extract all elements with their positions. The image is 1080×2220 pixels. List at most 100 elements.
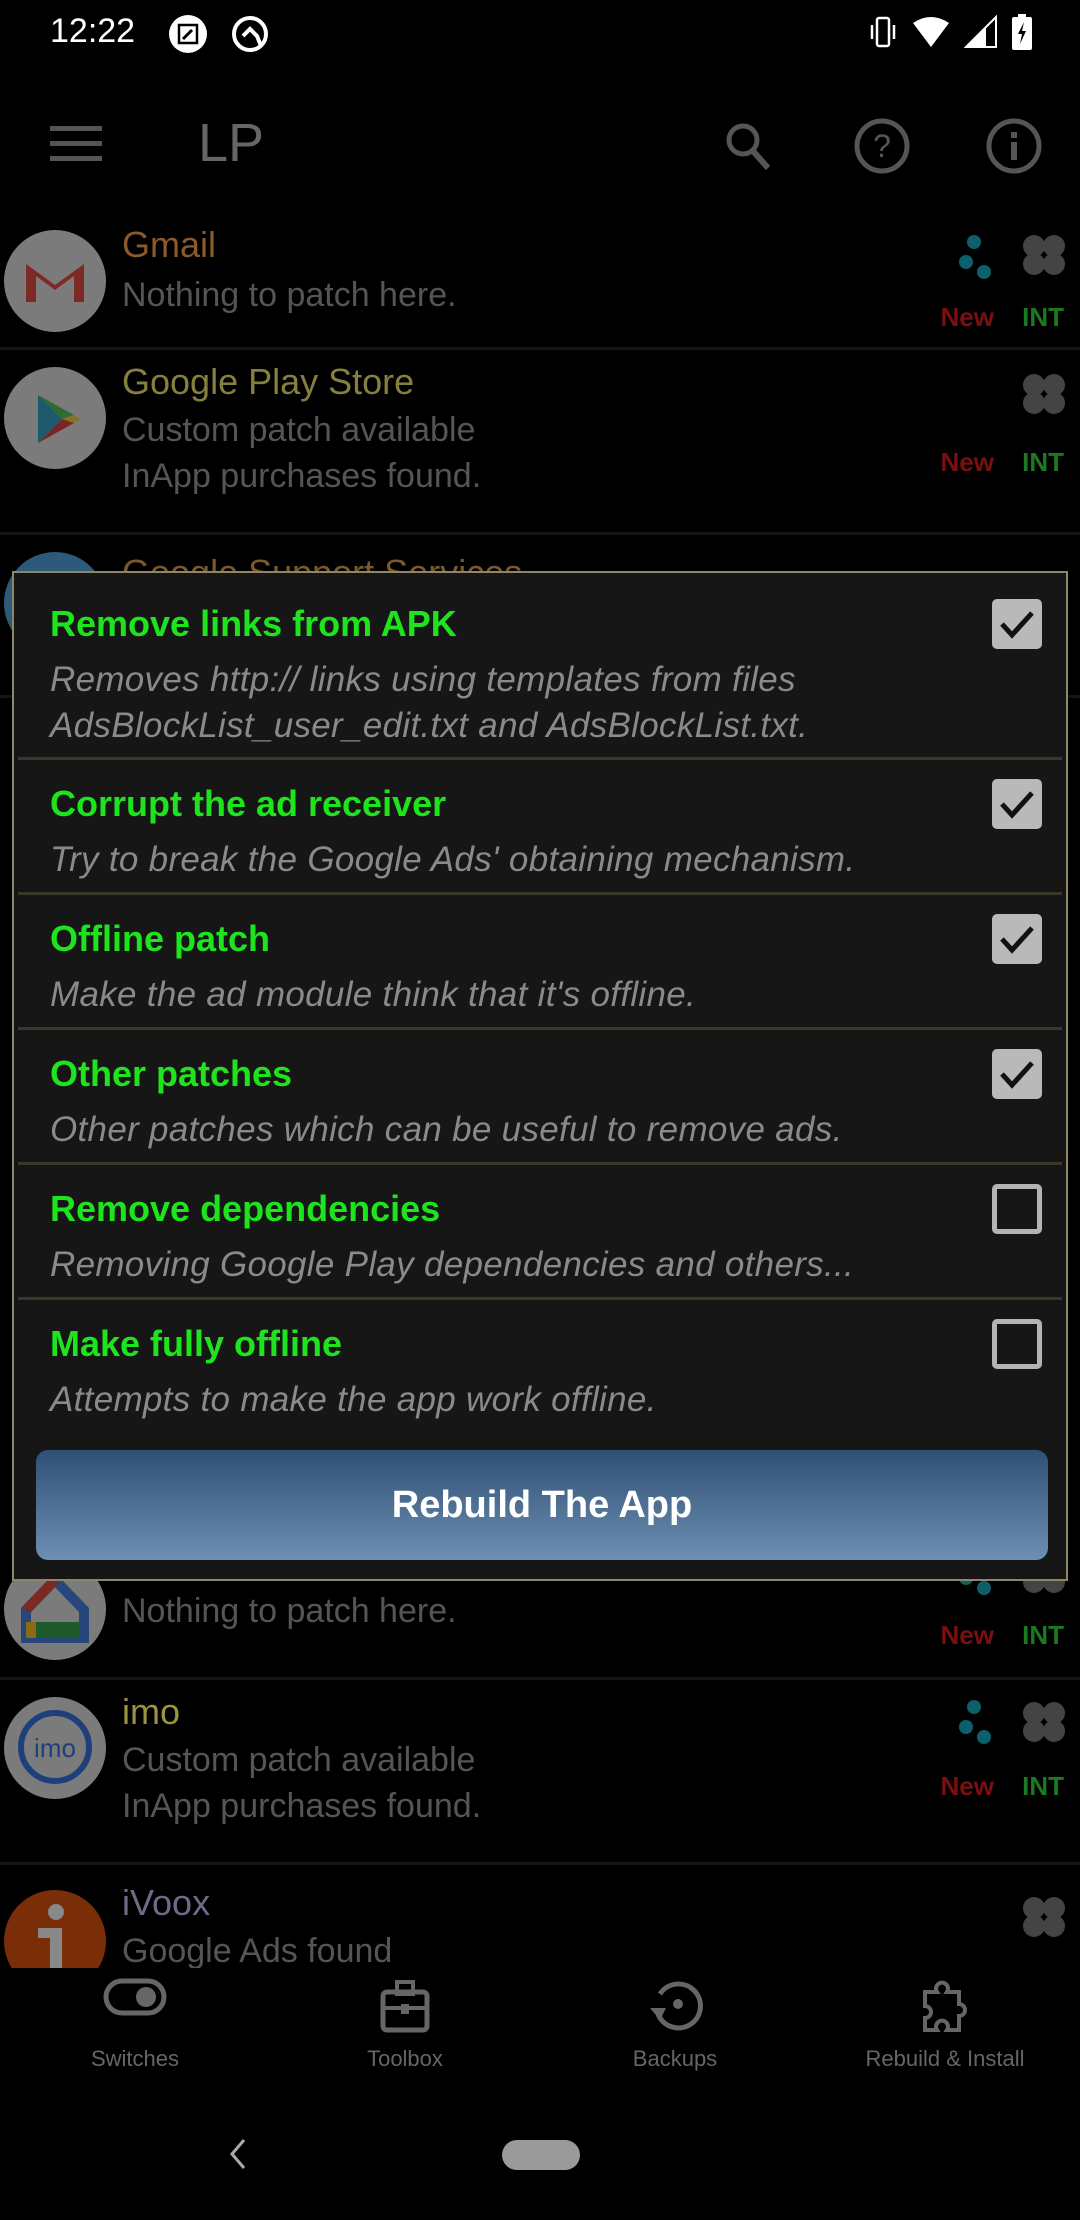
- app-name: Google Play Store: [122, 361, 415, 402]
- dots-icon: [959, 235, 991, 279]
- list-item[interactable]: Google Play Store Custom patch available…: [0, 353, 1080, 535]
- badge-new: New: [940, 1771, 994, 1801]
- status-time: 12:22: [50, 12, 136, 50]
- screenshot-edit-icon: [168, 14, 208, 54]
- option-description: AdsBlockList_user_edit.txt and AdsBlockL…: [50, 706, 809, 745]
- option-remove-dependencies[interactable]: Remove dependencies Removing Google Play…: [14, 1166, 1066, 1298]
- divider: [18, 1162, 1062, 1165]
- option-corrupt-ad-receiver[interactable]: Corrupt the ad receiver Try to break the…: [14, 761, 1066, 893]
- dots-icon: [959, 1700, 991, 1744]
- vibrate-icon: [868, 15, 898, 54]
- list-item[interactable]: iVoox Google Ads found: [0, 1868, 1080, 1968]
- clover-icon: [1023, 1897, 1065, 1937]
- app-status: InApp purchases found.: [122, 1787, 482, 1825]
- option-title: Offline patch: [50, 918, 271, 959]
- nav-label: Toolbox: [367, 2046, 443, 2071]
- divider: [18, 1297, 1062, 1300]
- badge-int: INT: [1022, 302, 1064, 332]
- clover-icon: [1023, 1702, 1065, 1742]
- app-name: imo: [122, 1691, 181, 1732]
- option-other-patches[interactable]: Other patches Other patches which can be…: [14, 1031, 1066, 1163]
- app-bar: LP ?: [0, 100, 1080, 190]
- home-pill-button[interactable]: [502, 2140, 580, 2170]
- checkbox-unchecked[interactable]: [992, 1184, 1042, 1234]
- option-make-fully-offline[interactable]: Make fully offline Attempts to make the …: [14, 1301, 1066, 1441]
- badge-int: INT: [1022, 1620, 1064, 1650]
- toggle-switch-icon: [103, 1978, 167, 2016]
- option-offline-patch[interactable]: Offline patch Make the ad module think t…: [14, 896, 1066, 1028]
- badge-new: New: [940, 1620, 994, 1650]
- svg-text:imo: imo: [34, 1733, 76, 1763]
- divider: [18, 1027, 1062, 1030]
- option-title: Make fully offline: [50, 1323, 343, 1364]
- divider: [18, 892, 1062, 895]
- clover-icon: [1023, 374, 1065, 414]
- app-status: Custom patch available: [122, 411, 476, 449]
- option-description: Attempts to make the app work offline.: [50, 1380, 657, 1419]
- rebuild-app-button[interactable]: Rebuild The App: [36, 1450, 1048, 1560]
- app-status: Custom patch available: [122, 1741, 476, 1779]
- checkbox-checked[interactable]: [992, 1049, 1042, 1099]
- nav-label: Backups: [632, 2046, 718, 2071]
- option-title: Other patches: [50, 1053, 293, 1094]
- option-remove-links[interactable]: Remove links from APK Removes http:// li…: [14, 573, 1066, 755]
- ivoox-app-icon: [4, 1890, 106, 1968]
- check-icon: [1000, 926, 1034, 954]
- nav-switches[interactable]: Switches: [0, 1958, 270, 2088]
- app-status: InApp purchases found.: [122, 457, 482, 495]
- list-item[interactable]: imo imo Custom patch available InApp pur…: [0, 1683, 1080, 1865]
- info-icon[interactable]: [984, 116, 1044, 176]
- app-name: iVoox: [122, 1882, 211, 1923]
- option-description: Removes http:// links using templates fr…: [50, 660, 796, 699]
- nav-rebuild-install[interactable]: Rebuild & Install: [810, 1958, 1080, 2088]
- app-title: LP: [198, 113, 265, 173]
- battery-charging-icon: [1012, 14, 1032, 55]
- option-title: Remove links from APK: [50, 603, 457, 644]
- check-icon: [1000, 611, 1034, 639]
- option-description: Removing Google Play dependencies and ot…: [50, 1245, 855, 1284]
- checkbox-checked[interactable]: [992, 914, 1042, 964]
- check-icon: [1000, 791, 1034, 819]
- nav-toolbox[interactable]: Toolbox: [270, 1958, 540, 2088]
- nav-label: Switches: [90, 2046, 180, 2071]
- option-description: Other patches which can be useful to rem…: [50, 1110, 843, 1149]
- app-name: Gmail: [122, 224, 217, 265]
- badge-new: New: [940, 302, 994, 332]
- bottom-navigation: Switches Toolbox Backups Rebuild & Insta…: [0, 1958, 1080, 2098]
- hamburger-menu-icon[interactable]: [50, 124, 104, 164]
- option-title: Remove dependencies: [50, 1188, 441, 1229]
- app-status: Nothing to patch here.: [122, 276, 457, 314]
- ad-patch-dialog: Remove links from APK Removes http:// li…: [12, 571, 1068, 1581]
- check-icon: [1000, 1061, 1034, 1089]
- svg-text:?: ?: [873, 128, 891, 164]
- back-icon[interactable]: [226, 2136, 250, 2172]
- wifi-icon: [912, 15, 950, 54]
- help-icon[interactable]: ?: [852, 116, 912, 176]
- badge-new: New: [940, 447, 994, 477]
- option-description: Try to break the Google Ads' obtaining m…: [50, 840, 856, 879]
- divider: [18, 757, 1062, 760]
- option-title: Corrupt the ad receiver: [50, 783, 447, 824]
- puzzle-piece-icon: [923, 1980, 967, 2032]
- system-navigation-bar: [0, 2120, 1080, 2190]
- toolbox-icon: [380, 1980, 430, 2033]
- imo-app-icon: imo: [4, 1697, 106, 1799]
- play-store-app-icon: [4, 367, 106, 469]
- app-status: Nothing to patch here.: [122, 1592, 457, 1630]
- checkbox-checked[interactable]: [992, 599, 1042, 649]
- checkbox-checked[interactable]: [992, 779, 1042, 829]
- option-description: Make the ad module think that it's offli…: [50, 975, 697, 1014]
- gmail-app-icon: [4, 230, 106, 332]
- nav-backups[interactable]: Backups: [540, 1958, 810, 2088]
- checkbox-unchecked[interactable]: [992, 1319, 1042, 1369]
- android-q-icon: [230, 14, 270, 54]
- badge-int: INT: [1022, 1771, 1064, 1801]
- backup-restore-icon: [650, 1981, 703, 2031]
- signal-icon: [963, 14, 998, 54]
- search-icon[interactable]: [718, 116, 778, 176]
- clover-icon: [1023, 235, 1065, 275]
- status-bar: 12:22: [0, 0, 1080, 66]
- list-item[interactable]: Gmail Nothing to patch here. New INT: [0, 214, 1080, 350]
- nav-label: Rebuild & Install: [865, 2046, 1025, 2071]
- badge-int: INT: [1022, 447, 1064, 477]
